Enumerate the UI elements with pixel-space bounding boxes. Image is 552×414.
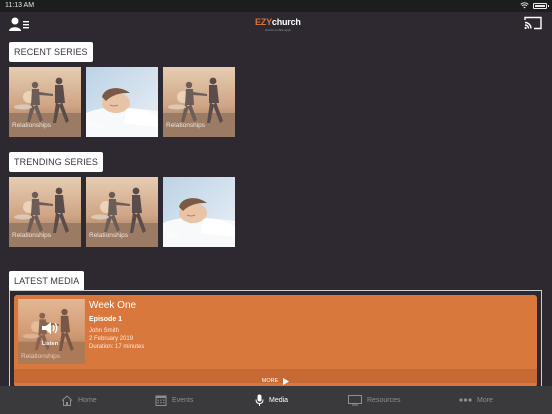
tab-label: Events [172, 396, 194, 404]
home-icon [61, 394, 73, 406]
recent-series-item[interactable]: Rest [86, 67, 158, 137]
recent-series-heading: RECENT SERIES [9, 42, 93, 62]
tab-home[interactable]: Home [61, 386, 97, 414]
profile-menu-icon[interactable] [8, 16, 30, 32]
logo-tagline: church mobile apps [264, 28, 291, 32]
calendar-icon [155, 395, 167, 406]
logo-ezy: EZY [255, 17, 272, 27]
latest-media-card: Relationships Listen Week One Episode 1 … [9, 290, 542, 387]
trending-series-item[interactable]: Relationships [9, 177, 81, 247]
status-bar: 11:13 AM [0, 0, 552, 12]
more-button[interactable]: MORE [14, 369, 537, 385]
recent-series-item[interactable]: Relationships [163, 67, 235, 137]
play-arrow-icon [283, 377, 290, 385]
series-label: Relationships [12, 122, 52, 129]
tab-label: Resources [367, 396, 401, 404]
wifi-icon [520, 2, 529, 9]
tab-events[interactable]: Events [155, 386, 193, 414]
tab-resources[interactable]: Resources [348, 386, 400, 414]
series-label: Rest [89, 122, 103, 129]
series-label: Relationships [21, 353, 61, 360]
latest-media-item[interactable]: Relationships Listen Week One Episode 1 … [14, 295, 537, 387]
app-header: EZYchurch church mobile apps [0, 12, 552, 36]
speaker-icon [42, 322, 58, 334]
trending-series-item[interactable]: Rest [163, 177, 235, 247]
status-time: 11:13 AM [5, 2, 35, 9]
latest-media-heading: LATEST MEDIA [9, 271, 85, 291]
media-title: Week One [89, 300, 137, 311]
series-label: Rest [166, 232, 180, 239]
logo-church: church [271, 17, 301, 27]
trending-series-heading: TRENDING SERIES [9, 152, 104, 172]
tab-bar: Home Events Media Resources More [0, 386, 552, 414]
tab-media[interactable]: Media [255, 386, 288, 414]
series-label: Relationships [89, 232, 129, 239]
listen-button[interactable]: Listen [39, 321, 61, 347]
media-episode: Episode 1 [89, 316, 123, 323]
status-icons [520, 2, 549, 9]
trending-series-item[interactable]: Relationships [86, 177, 158, 247]
more-dots-icon [459, 398, 472, 402]
media-date: 2 February 2019 [89, 336, 134, 342]
media-duration: Duration: 17 minutes [89, 344, 145, 350]
tab-label: Media [269, 396, 289, 404]
cast-icon[interactable] [524, 16, 542, 30]
series-label: Relationships [166, 122, 206, 129]
media-speaker: John Smith [89, 328, 120, 334]
microphone-icon [255, 394, 264, 406]
recent-series-item[interactable]: Relationships [9, 67, 81, 137]
battery-icon [533, 2, 549, 9]
app-logo: EZYchurch church mobile apps [255, 17, 301, 32]
tab-more[interactable]: More [459, 386, 493, 414]
listen-label: Listen [41, 341, 59, 347]
tab-label: More [477, 396, 493, 404]
tab-label: Home [78, 396, 97, 404]
monitor-icon [348, 394, 362, 405]
series-label: Relationships [12, 232, 52, 239]
